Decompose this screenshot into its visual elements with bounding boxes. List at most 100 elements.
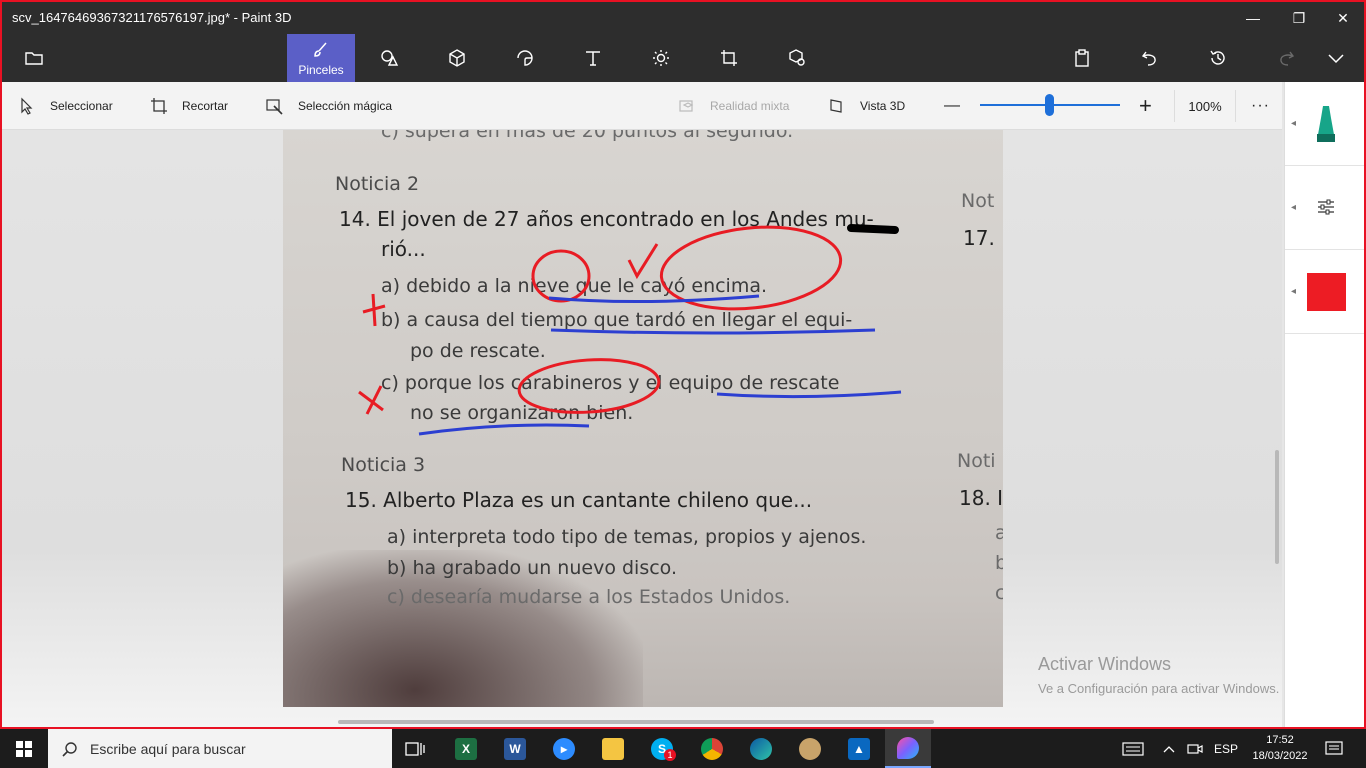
minimize-button[interactable]: — <box>1230 2 1276 34</box>
black-mark <box>847 224 899 234</box>
activate-title: Activar Windows <box>1038 654 1172 674</box>
document-photo[interactable]: c) supera en más de 20 puntos al segundo… <box>283 130 1003 707</box>
3d-library-icon <box>789 49 805 66</box>
paste-button[interactable] <box>1048 34 1116 82</box>
blue-underline-b <box>550 328 876 335</box>
word-taskbar[interactable]: W <box>492 729 538 768</box>
2d-shapes-icon <box>381 50 399 66</box>
zoom-out-button[interactable]: — <box>944 82 960 130</box>
canvas-area[interactable]: c) supera en más de 20 puntos al segundo… <box>2 130 1282 727</box>
brush-type-section[interactable]: ◂ <box>1285 82 1364 166</box>
blue-underline-c1 <box>716 390 902 399</box>
marker-icon <box>1317 106 1335 142</box>
red-circle-carabineros <box>517 358 661 414</box>
chevron-left-icon: ◂ <box>1291 202 1297 213</box>
notification-icon <box>1325 740 1343 755</box>
keyboard-tray[interactable] <box>1122 729 1144 768</box>
sliders-icon <box>1318 199 1334 215</box>
window-title: scv_16476469367321176576197.jpg* - Paint… <box>12 10 292 25</box>
brush-icon <box>314 42 327 57</box>
show-hidden-icons[interactable] <box>1163 729 1175 768</box>
meet-now-tray[interactable] <box>1187 729 1203 768</box>
explorer-taskbar[interactable] <box>590 729 636 768</box>
magic-select-button[interactable]: Selección mágica <box>266 82 392 130</box>
zoom-app-icon: ▸ <box>553 737 575 760</box>
main-toolbar: Pinceles <box>2 34 1364 82</box>
menu-button[interactable] <box>2 34 66 82</box>
ink-annotations <box>358 224 902 436</box>
folder-icon <box>25 52 43 65</box>
zoom-percent[interactable]: 100% <box>1174 90 1236 122</box>
tool-stickers[interactable] <box>491 34 559 82</box>
horizontal-scrollbar[interactable] <box>338 720 934 724</box>
edge-taskbar[interactable] <box>738 729 784 768</box>
brush-settings-section[interactable]: ◂ <box>1285 166 1364 250</box>
select-label: Seleccionar <box>50 99 113 113</box>
chrome-icon <box>701 737 723 760</box>
right-panel: ◂ ◂ ◂ <box>1284 82 1364 727</box>
edge-icon <box>750 737 772 760</box>
camera-icon <box>1187 743 1203 754</box>
chevron-down-icon <box>1328 54 1344 64</box>
more-options-button[interactable]: ··· <box>1251 82 1270 130</box>
red-check <box>627 243 659 280</box>
excel-taskbar[interactable]: X <box>443 729 489 768</box>
mixed-reality-button[interactable]: Realidad mixta <box>678 82 789 130</box>
clock-date: 18/03/2022 <box>1252 750 1308 762</box>
text-icon <box>586 51 600 66</box>
tool-brushes[interactable]: Pinceles <box>287 34 355 82</box>
taskbar-search[interactable]: Escribe aquí para buscar <box>48 729 392 768</box>
photos-taskbar[interactable]: ▲ <box>836 729 882 768</box>
paint3d-icon <box>897 736 919 759</box>
skype-taskbar[interactable]: S 1 <box>639 729 685 768</box>
history-icon <box>1210 50 1225 65</box>
maximize-button[interactable]: ❐ <box>1276 2 1322 34</box>
redo-icon <box>1280 51 1295 66</box>
tool-3d-library[interactable] <box>763 34 831 82</box>
windows-taskbar: Escribe aquí para buscar X W ▸ S 1 ▲ ESP… <box>0 729 1366 768</box>
activate-subtitle: Ve a Configuración para activar Windows. <box>1038 681 1280 696</box>
tool-text[interactable] <box>559 34 627 82</box>
view-3d-button[interactable]: Vista 3D <box>828 82 905 130</box>
folder-explorer-icon <box>602 737 624 760</box>
sub-toolbar: Seleccionar Recortar Selección mágica Re… <box>2 82 1282 130</box>
task-view-button[interactable] <box>392 729 438 768</box>
clock[interactable]: 17:52 18/03/2022 <box>1244 732 1316 764</box>
language-indicator[interactable]: ESP <box>1214 729 1238 768</box>
paint-taskbar[interactable] <box>787 729 833 768</box>
blue-underline-c2 <box>418 423 590 436</box>
mixed-reality-icon <box>679 100 694 112</box>
search-placeholder: Escribe aquí para buscar <box>90 740 246 757</box>
crop-button[interactable]: Recortar <box>150 82 228 130</box>
tool-3d-shapes[interactable] <box>423 34 491 82</box>
tool-canvas[interactable] <box>695 34 763 82</box>
stickers-icon <box>517 50 533 66</box>
tool-2d-shapes[interactable] <box>355 34 423 82</box>
zoom-in-button[interactable]: + <box>1139 82 1152 130</box>
mixed-reality-label: Realidad mixta <box>710 99 790 113</box>
zoom-slider-thumb[interactable] <box>1045 94 1054 116</box>
color-section[interactable]: ◂ <box>1285 250 1364 334</box>
red-circle-nieve <box>531 249 591 303</box>
history-button[interactable] <box>1184 34 1252 82</box>
zoom-taskbar[interactable]: ▸ <box>541 729 587 768</box>
paint3d-taskbar[interactable] <box>885 729 931 768</box>
effects-icon <box>653 50 669 66</box>
selected-color-swatch[interactable] <box>1307 273 1346 311</box>
crop-icon <box>151 98 167 114</box>
undo-icon <box>1141 51 1156 66</box>
expand-button[interactable] <box>1308 34 1364 82</box>
start-button[interactable] <box>0 729 48 768</box>
chrome-taskbar[interactable] <box>689 729 735 768</box>
notifications-button[interactable] <box>1325 729 1343 768</box>
tool-brushes-label: Pinceles <box>298 62 344 77</box>
select-button[interactable]: Seleccionar <box>18 82 113 130</box>
tool-effects[interactable] <box>627 34 695 82</box>
title-bar: scv_16476469367321176576197.jpg* - Paint… <box>2 2 1364 34</box>
canvas-icon <box>721 50 737 66</box>
undo-button[interactable] <box>1116 34 1184 82</box>
vertical-scrollbar[interactable] <box>1275 450 1279 564</box>
close-button[interactable]: ✕ <box>1320 2 1364 34</box>
3d-shapes-icon <box>449 49 465 67</box>
task-view-icon <box>405 741 425 756</box>
